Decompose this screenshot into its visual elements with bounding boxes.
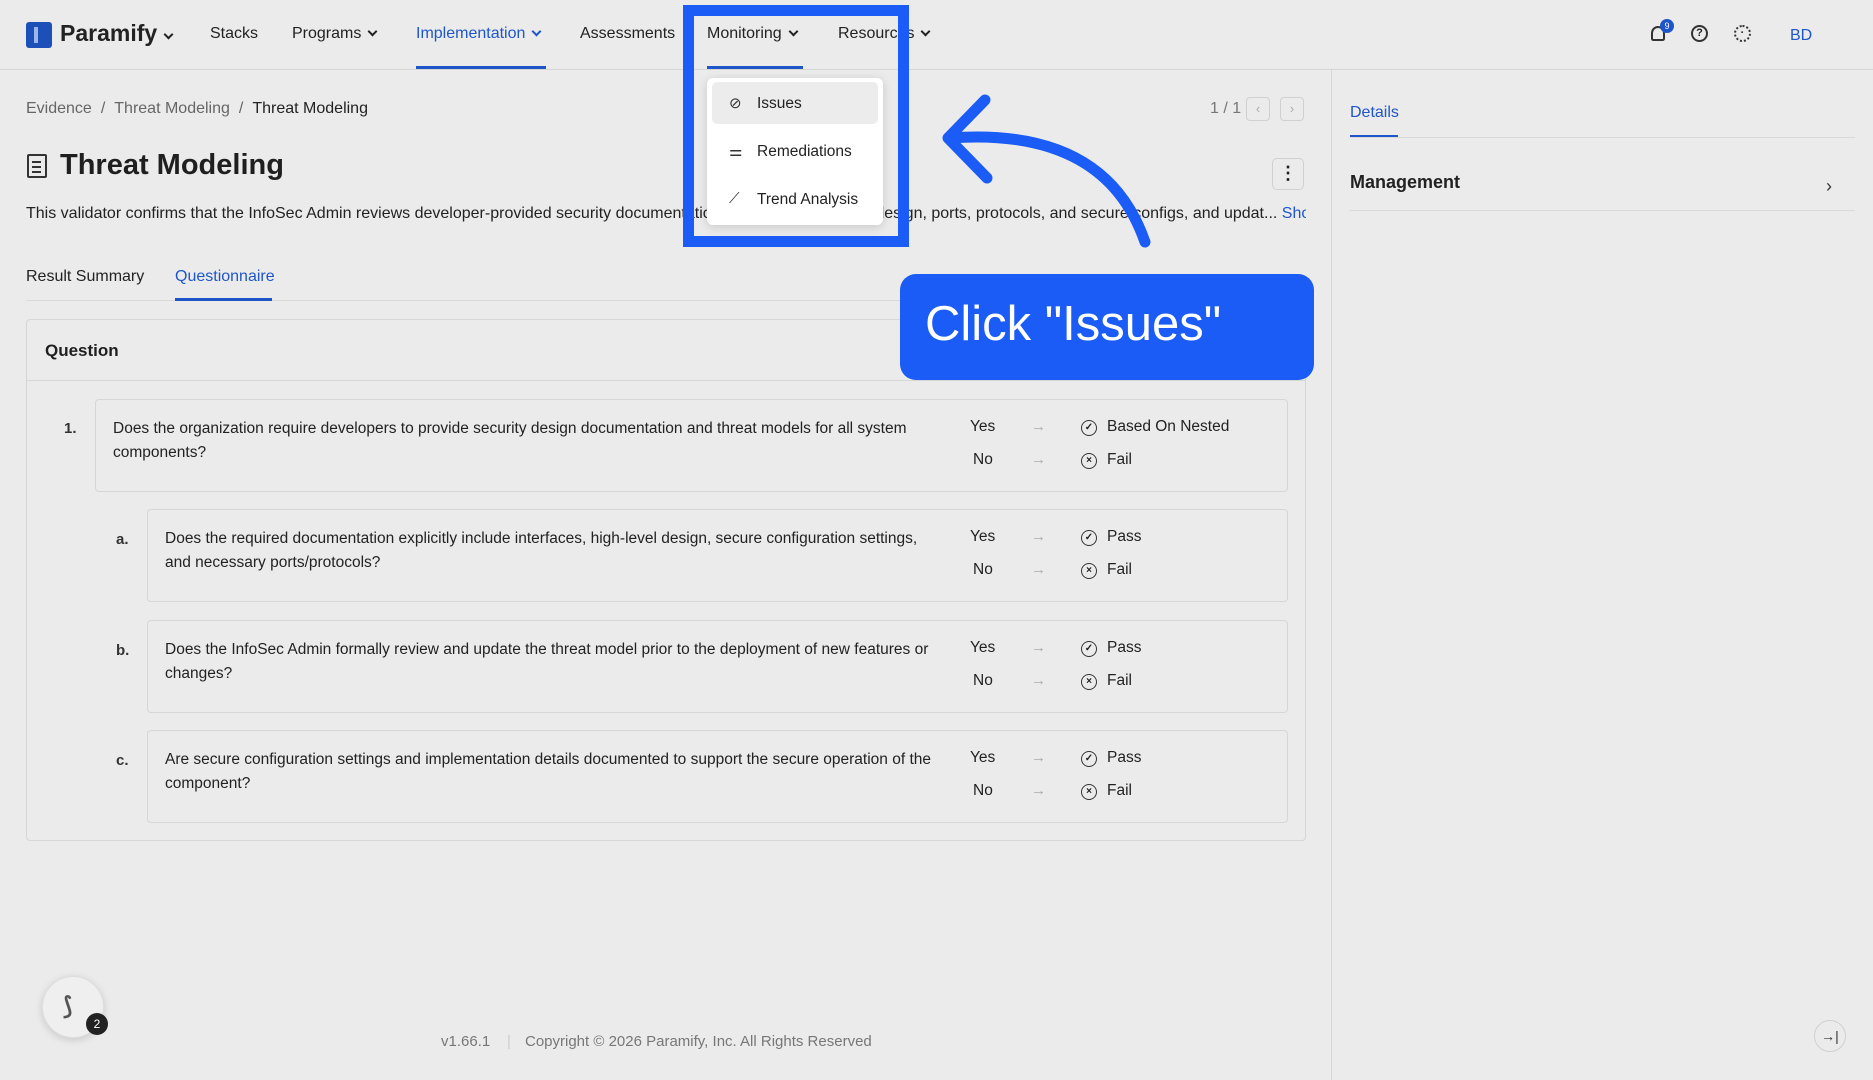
callout-text: Click "Issues" (925, 297, 1222, 351)
pointer-arrow-icon (942, 94, 1151, 248)
tutorial-callout: Click "Issues" (900, 274, 1314, 380)
